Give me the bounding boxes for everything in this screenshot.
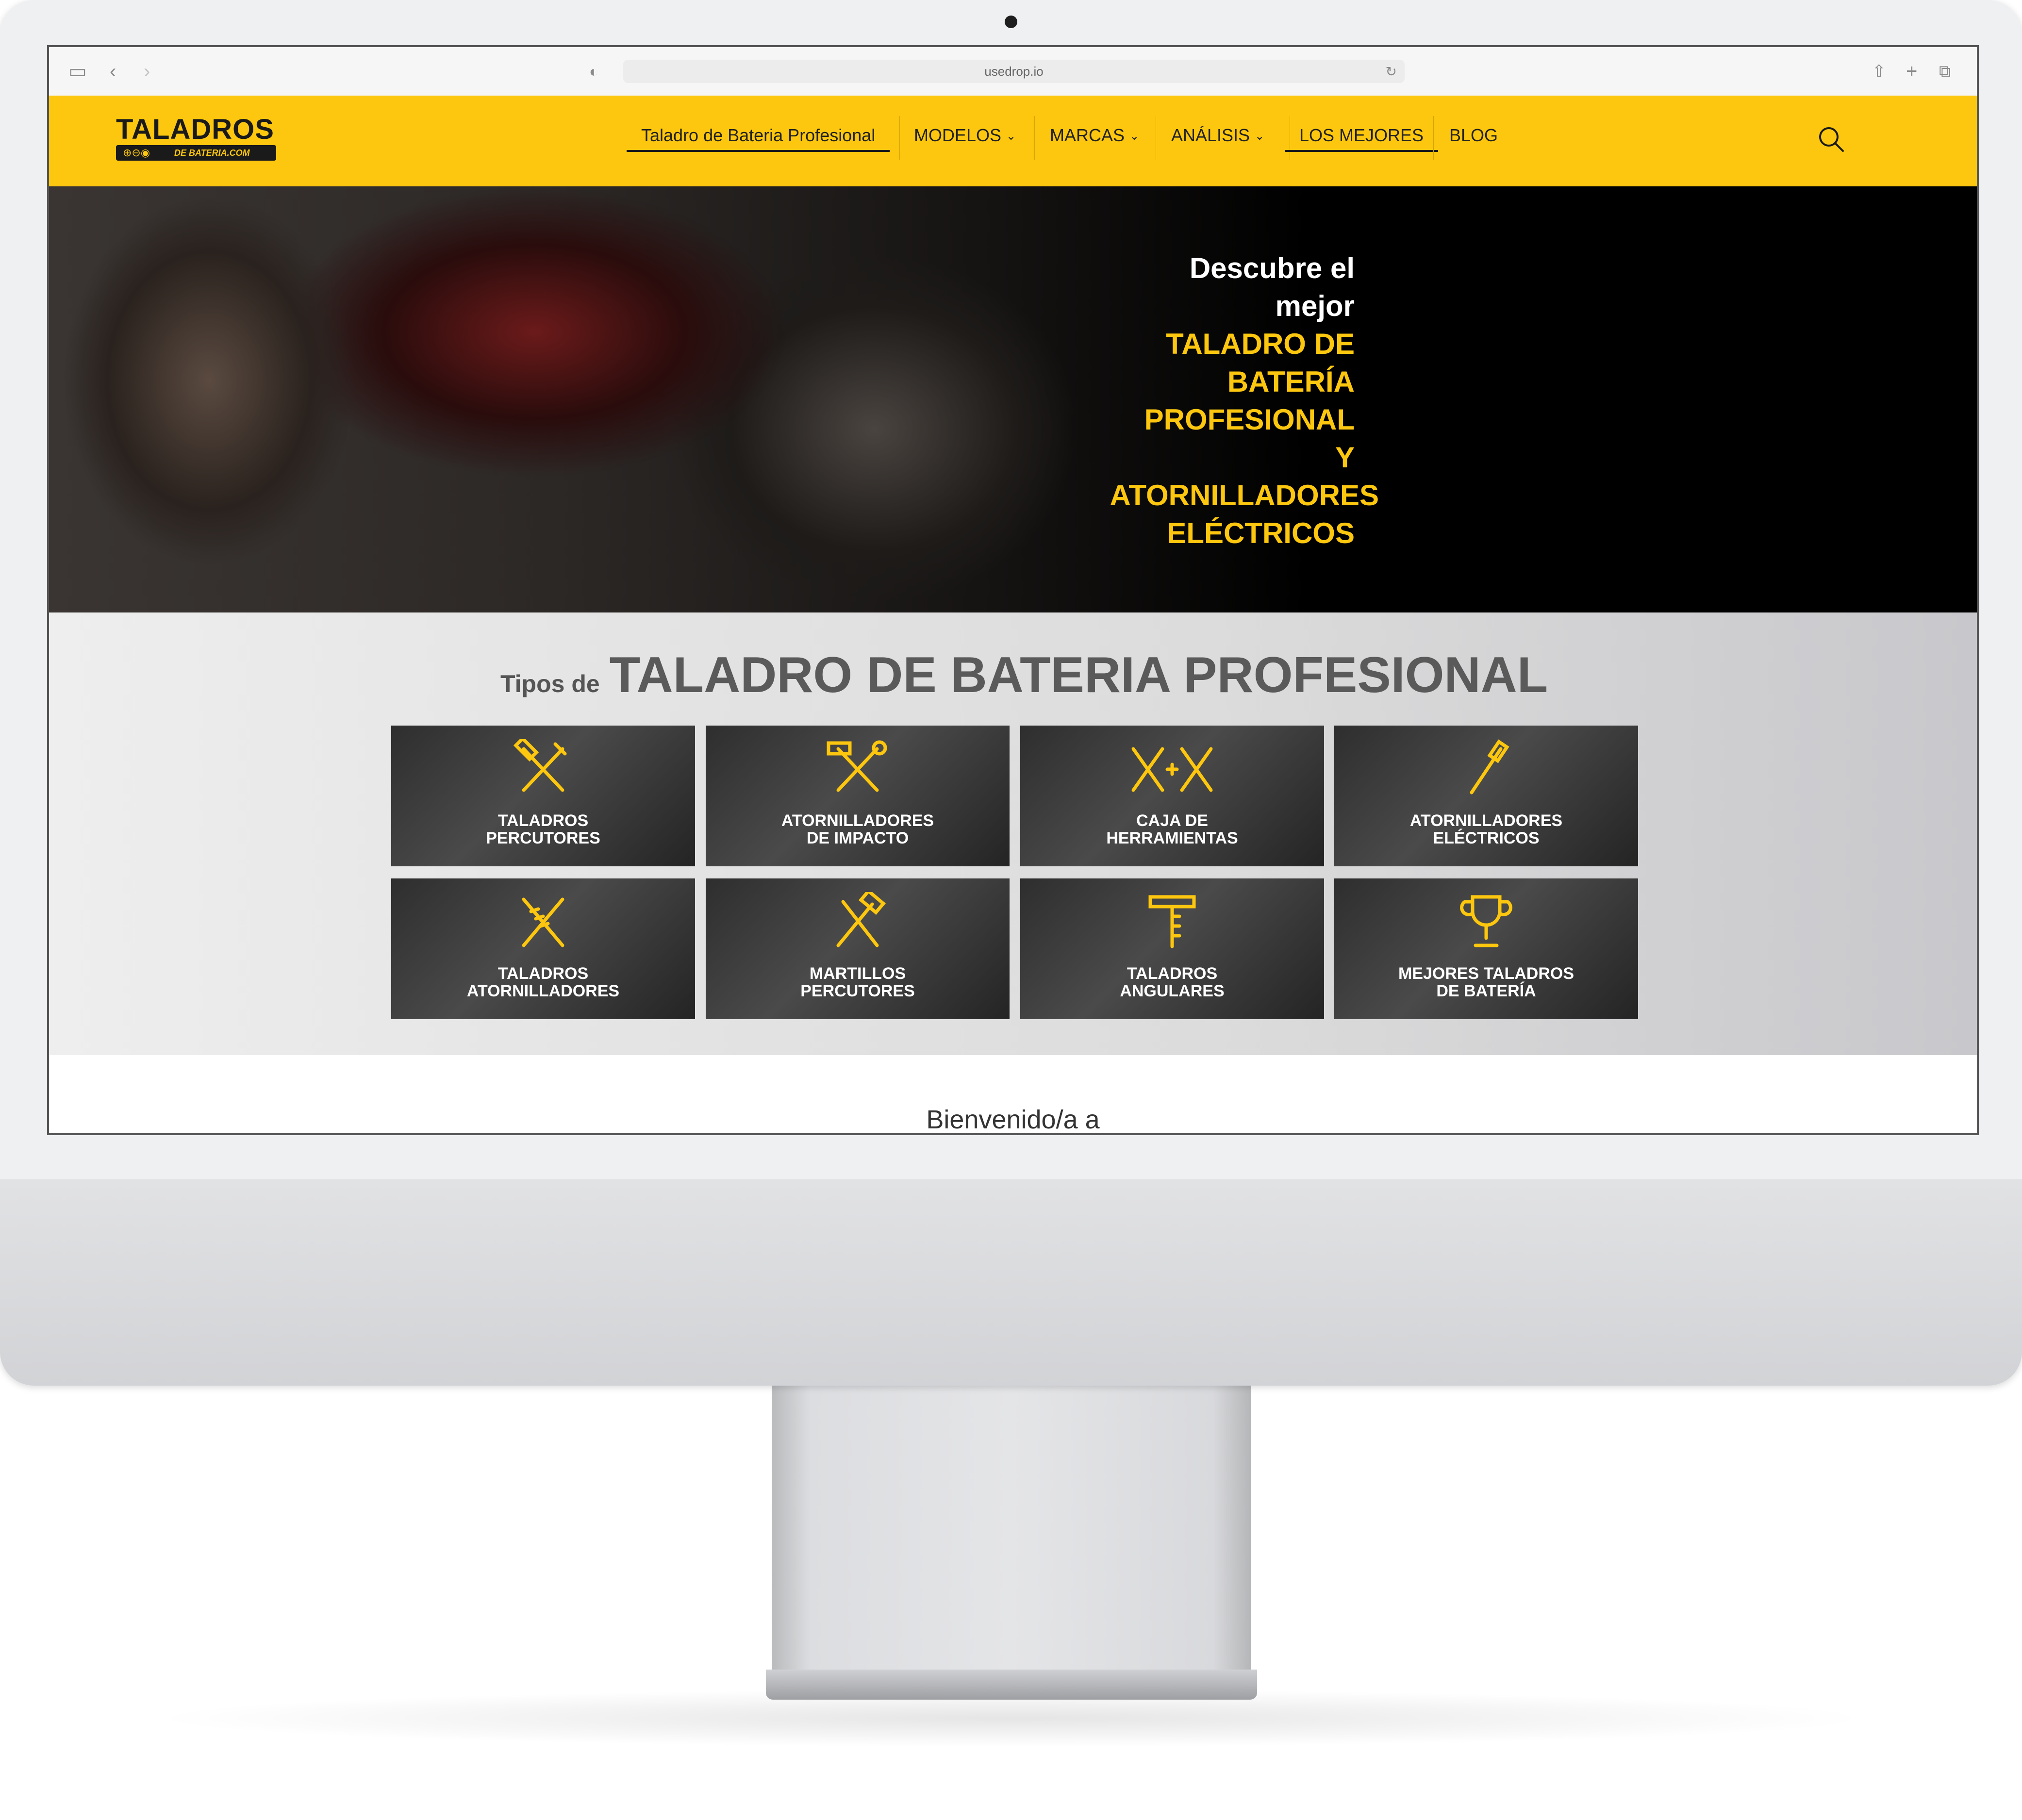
drill-screwdriver-icon bbox=[522, 897, 564, 947]
tile-label-line: DE BATERÍA bbox=[1436, 982, 1536, 1000]
browser-toolbar: ▭ ‹ › ◐ usedrop.io ↻ ⇧ + ⧉ bbox=[49, 47, 1977, 96]
logo-sub-text: DE BATERIA.COM bbox=[174, 148, 250, 158]
sidebar-icon[interactable]: ▭ bbox=[68, 60, 87, 83]
tile-label: CAJA DE HERRAMIENTAS bbox=[1020, 812, 1324, 847]
tile-label-line: HERRAMIENTAS bbox=[1106, 829, 1238, 847]
toolbox-icon bbox=[1131, 747, 1213, 792]
category-tile-taladros-angulares[interactable]: TALADROS ANGULARES bbox=[1020, 878, 1324, 1019]
logo-main-text: TALADROS bbox=[116, 114, 274, 145]
tile-label-line: PERCUTORES bbox=[800, 982, 915, 1000]
hero-line: ATORNILLADORES bbox=[1110, 479, 1379, 512]
nav-label: ANÁLISIS bbox=[1171, 125, 1250, 145]
nav-item-blog[interactable]: BLOG bbox=[1449, 121, 1498, 150]
nav-divider bbox=[1034, 116, 1035, 160]
nav-divider bbox=[1433, 116, 1434, 160]
tile-label-line: MEJORES TALADROS bbox=[1398, 964, 1575, 983]
nav-label: BLOG bbox=[1449, 125, 1498, 145]
monitor-stand bbox=[772, 1386, 1251, 1677]
forward-icon[interactable]: › bbox=[144, 60, 150, 83]
category-tile-taladros-percutores[interactable]: TALADROS PERCUTORES bbox=[391, 726, 695, 866]
tile-label: TALADROS ATORNILLADORES bbox=[391, 965, 695, 1000]
tile-label: TALADROS PERCUTORES bbox=[391, 812, 695, 847]
category-tile-caja-herramientas[interactable]: CAJA DE HERRAMIENTAS bbox=[1020, 726, 1324, 866]
types-heading: Tipos de TALADRO DE BATERIA PROFESIONAL bbox=[500, 646, 1548, 704]
tile-label-line: ANGULARES bbox=[1120, 982, 1225, 1000]
url-text: usedrop.io bbox=[984, 64, 1044, 79]
browser-window: ▭ ‹ › ◐ usedrop.io ↻ ⇧ + ⧉ TALADROS ⊕⊖◉ … bbox=[47, 45, 1979, 1135]
welcome-heading: Bienvenido/a a bbox=[926, 1105, 1100, 1134]
hammer-icon bbox=[836, 892, 886, 947]
site-logo[interactable]: TALADROS ⊕⊖◉ DE BATERIA.COM bbox=[116, 114, 281, 163]
nav-item-analisis[interactable]: ANÁLISIS ⌄ bbox=[1171, 121, 1264, 150]
tile-label: MEJORES TALADROS DE BATERÍA bbox=[1334, 965, 1638, 1000]
tile-label-line: TALADROS bbox=[497, 964, 589, 983]
nav-item-taladro[interactable]: Taladro de Bateria Profesional bbox=[627, 121, 890, 152]
tile-label: ATORNILLADORES DE IMPACTO bbox=[706, 812, 1010, 847]
hero-line: PROFESIONAL bbox=[1144, 403, 1355, 436]
nav-label: MARCAS bbox=[1050, 125, 1125, 145]
tile-label-line: TALADROS bbox=[497, 811, 589, 830]
nav-label: Taladro de Bateria Profesional bbox=[641, 125, 876, 145]
types-section: Tipos de TALADRO DE BATERIA PROFESIONAL T… bbox=[49, 612, 1977, 1055]
tile-label-line: DE IMPACTO bbox=[806, 829, 909, 847]
trophy-icon bbox=[1460, 895, 1512, 947]
welcome-section: Bienvenido/a a bbox=[49, 1055, 1977, 1133]
logo-tools-icon: ⊕⊖◉ bbox=[123, 147, 150, 159]
tile-label: TALADROS ANGULARES bbox=[1020, 965, 1324, 1000]
hero-line: BATERÍA bbox=[1227, 365, 1355, 398]
category-tile-martillos-percutores[interactable]: MARTILLOS PERCUTORES bbox=[706, 878, 1010, 1019]
tile-label: MARTILLOS PERCUTORES bbox=[706, 965, 1010, 1000]
hero-banner: Descubre el mejor TALADRO DE BATERÍA PRO… bbox=[49, 186, 1977, 612]
tile-label-line: PERCUTORES bbox=[486, 829, 600, 847]
category-tile-atornilladores-electricos[interactable]: ATORNILLADORES ELÉCTRICOS bbox=[1334, 726, 1638, 866]
camera-dot bbox=[1005, 16, 1017, 28]
chevron-down-icon: ⌄ bbox=[1006, 130, 1016, 143]
shield-icon[interactable]: ◐ bbox=[589, 60, 598, 83]
tile-label-line: ATORNILLADORES bbox=[781, 811, 934, 830]
nav-item-los-mejores[interactable]: LOS MEJORES bbox=[1285, 121, 1439, 152]
chevron-down-icon: ⌄ bbox=[1255, 130, 1265, 143]
monitor-chin bbox=[0, 1179, 2022, 1386]
share-icon[interactable]: ⇧ bbox=[1872, 60, 1886, 83]
chevron-down-icon: ⌄ bbox=[1129, 130, 1140, 143]
hero-line: Descubre el bbox=[1189, 252, 1355, 284]
types-heading-small: Tipos de bbox=[500, 670, 600, 697]
tile-label-line: ATORNILLADORES bbox=[1409, 811, 1563, 830]
tile-label-line: CAJA DE bbox=[1136, 811, 1208, 830]
new-tab-icon[interactable]: + bbox=[1906, 60, 1917, 83]
tile-label-line: ATORNILLADORES bbox=[466, 982, 620, 1000]
monitor-stand-base bbox=[766, 1670, 1257, 1700]
hero-line: mejor bbox=[1275, 290, 1355, 322]
nav-item-marcas[interactable]: MARCAS ⌄ bbox=[1050, 121, 1139, 150]
nav-item-modelos[interactable]: MODELOS ⌄ bbox=[914, 121, 1016, 150]
nav-label: MODELOS bbox=[914, 125, 1002, 145]
hero-line: Y bbox=[1335, 441, 1355, 474]
nav-label: LOS MEJORES bbox=[1299, 125, 1424, 145]
site-header: TALADROS ⊕⊖◉ DE BATERIA.COM Taladro de B… bbox=[49, 96, 1977, 186]
category-tile-mejores-taladros[interactable]: MEJORES TALADROS DE BATERÍA bbox=[1334, 878, 1638, 1019]
tile-label-line: MARTILLOS bbox=[809, 964, 906, 983]
angle-ruler-icon bbox=[1148, 895, 1196, 948]
monitor-frame: ▭ ‹ › ◐ usedrop.io ↻ ⇧ + ⧉ TALADROS ⊕⊖◉ … bbox=[0, 0, 2022, 1386]
category-tile-taladros-atornilladores[interactable]: TALADROS ATORNILLADORES bbox=[391, 878, 695, 1019]
nav-divider bbox=[899, 116, 900, 160]
types-heading-big: TALADRO DE BATERIA PROFESIONAL bbox=[609, 647, 1548, 703]
tile-label-line: TALADROS bbox=[1127, 964, 1218, 983]
reload-icon[interactable]: ↻ bbox=[1386, 64, 1397, 80]
back-icon[interactable]: ‹ bbox=[110, 60, 116, 83]
tile-label: ATORNILLADORES ELÉCTRICOS bbox=[1334, 812, 1638, 847]
hero-headline: Descubre el mejor TALADRO DE BATERÍA PRO… bbox=[971, 249, 1379, 552]
hammer-wrench-icon bbox=[827, 740, 887, 792]
search-icon[interactable] bbox=[1816, 124, 1847, 155]
hero-line: TALADRO DE bbox=[1166, 328, 1355, 360]
category-tile-atornilladores-impacto[interactable]: ATORNILLADORES DE IMPACTO bbox=[706, 726, 1010, 866]
screwdriver-icon bbox=[1470, 739, 1509, 794]
hero-line: ELÉCTRICOS bbox=[1167, 517, 1355, 549]
tile-label-line: ELÉCTRICOS bbox=[1433, 829, 1540, 847]
tabs-overview-icon[interactable]: ⧉ bbox=[1939, 60, 1951, 83]
drill-hammer-icon bbox=[513, 739, 567, 792]
address-bar[interactable]: usedrop.io ↻ bbox=[623, 60, 1405, 83]
